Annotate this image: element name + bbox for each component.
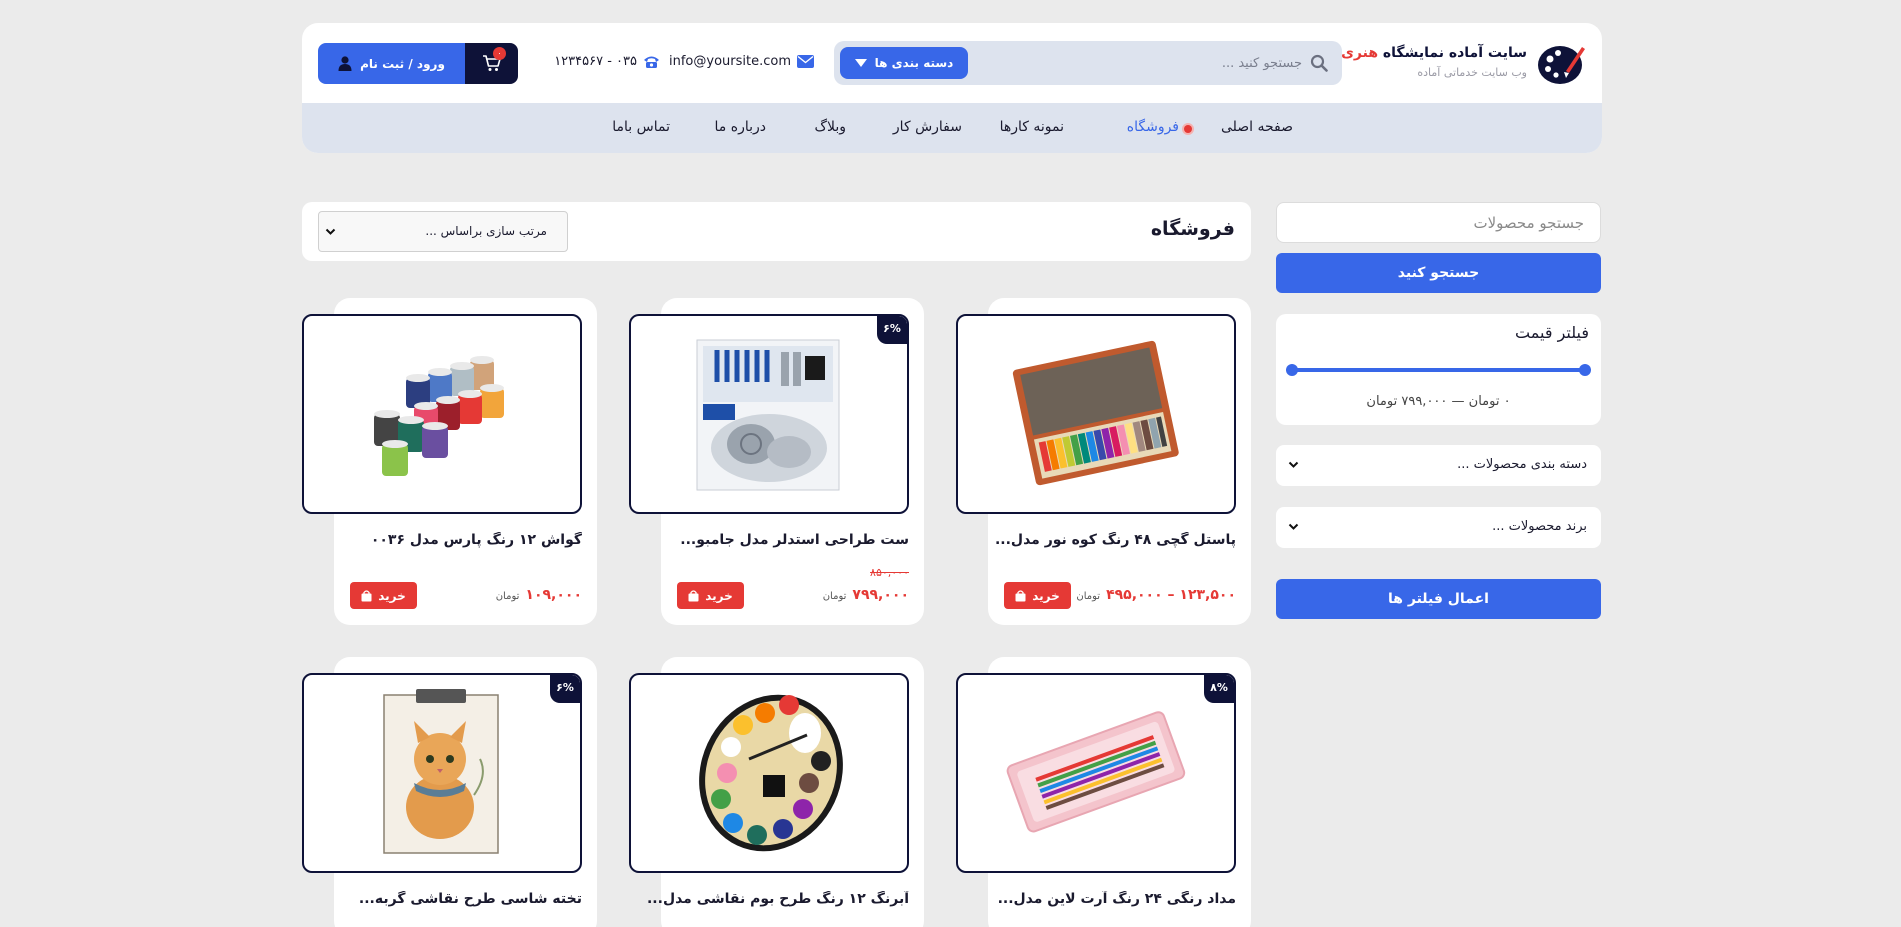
nav-blog[interactable]: وبلاگ	[814, 119, 846, 135]
nav-shop[interactable]: فروشگاه	[1127, 119, 1179, 135]
header-search: دسته بندی ها	[834, 41, 1342, 85]
site-header: سایت آماده نمایشگاه هنری وب سایت خدماتی …	[302, 23, 1602, 153]
cat-clipboard-image	[383, 689, 499, 854]
user-icon	[338, 56, 352, 71]
account-cart-group: ۰ ورود / ثبت نام	[318, 43, 518, 84]
product-search-input[interactable]	[1276, 202, 1601, 243]
product-image[interactable]: ۸%	[956, 673, 1236, 873]
site-title-main: سایت آماده نمایشگاه	[1382, 45, 1527, 61]
buy-label: خرید	[1032, 588, 1060, 603]
category-dropdown[interactable]: دسته بندی محصولات ...	[1276, 445, 1601, 486]
email-text: info@yoursite.com	[669, 54, 791, 69]
nav-contact[interactable]: تماس باما	[612, 119, 670, 135]
discount-badge: ۶%	[877, 316, 907, 344]
sketching-set-image	[696, 339, 840, 491]
product-title[interactable]: مداد رنگی ۲۴ رنگ آرت لاین مدل...	[956, 891, 1236, 907]
shopping-bag-icon	[1015, 589, 1026, 601]
price-unit: تومان	[495, 591, 520, 602]
product-title[interactable]: آبرنگ ۱۲ رنگ طرح بوم نقاشی مدل...	[629, 891, 909, 907]
category-dropdown-label: دسته بندی محصولات ...	[1457, 457, 1587, 472]
header-top: سایت آماده نمایشگاه هنری وب سایت خدماتی …	[302, 23, 1602, 103]
page-title: فروشگاه	[1150, 218, 1235, 240]
old-price: ۸۵۰,۰۰۰	[870, 566, 909, 579]
product-title[interactable]: گواش ۱۲ رنگ پارس مدل ۰۰۳۶	[302, 532, 582, 548]
price-unit: تومان	[822, 591, 847, 602]
sort-select-label: مرتب سازی براساس ...	[425, 224, 547, 238]
product-image[interactable]: ۶%	[629, 314, 909, 514]
chevron-down-icon	[1288, 523, 1299, 530]
product-title[interactable]: تخته شاسی طرح نقاشی گربه...	[302, 891, 582, 907]
site-title-accent: هنری	[1341, 45, 1379, 61]
product-title[interactable]: پاستل گچی ۴۸ رنگ کوه نور مدل...	[956, 532, 1236, 548]
product-image[interactable]	[629, 673, 909, 873]
phone-icon	[644, 56, 659, 68]
nav-about[interactable]: درباره ما	[715, 119, 766, 135]
product-image[interactable]	[302, 314, 582, 514]
site-title[interactable]: سایت آماده نمایشگاه هنری	[1341, 45, 1527, 61]
price-slider-min-handle[interactable]	[1286, 364, 1298, 376]
price-slider-track[interactable]	[1292, 368, 1585, 372]
price-value: ۱۲۳,۵۰۰ – ۴۹۵,۰۰۰	[1106, 587, 1236, 603]
cart-count-badge: ۰	[493, 47, 506, 60]
buy-label: خرید	[705, 588, 733, 603]
chevron-down-icon	[1288, 461, 1299, 468]
buy-button[interactable]: خرید	[677, 582, 744, 609]
buy-label: خرید	[378, 588, 406, 603]
header-search-input[interactable]	[1002, 51, 1302, 75]
categories-button-label: دسته بندی ها	[874, 56, 954, 70]
contact-email[interactable]: info@yoursite.com	[669, 54, 814, 69]
product-price: ۱۰۹,۰۰۰ تومان	[496, 587, 582, 603]
cart-button[interactable]: ۰	[465, 43, 518, 84]
shopping-bag-icon	[688, 589, 699, 601]
apply-filters-button[interactable]: اعمال فیلتر ها	[1276, 579, 1601, 619]
buy-button[interactable]: خرید	[1004, 582, 1071, 609]
product-image[interactable]	[956, 314, 1236, 514]
nav-active-dot	[1184, 125, 1192, 133]
discount-badge: ۸%	[1204, 675, 1234, 703]
site-subtitle: وب سایت خدماتی آماده	[1417, 66, 1527, 79]
watercolor-palette-image	[699, 694, 843, 852]
price-slider-max-handle[interactable]	[1579, 364, 1591, 376]
price-range-text: ۰ تومان — ۷۹۹,۰۰۰ تومان	[1366, 394, 1511, 409]
contact-phone[interactable]: ۰۳۵ - ۱۲۳۴۵۶۷	[554, 54, 660, 69]
gouache-jars-image	[374, 356, 504, 476]
product-search-button[interactable]: جستجو کنید	[1276, 253, 1601, 293]
categories-button[interactable]: دسته بندی ها	[840, 47, 968, 79]
search-icon[interactable]	[1310, 54, 1328, 72]
product-title[interactable]: ست طراحی استدلر مدل جامبو...	[629, 532, 909, 548]
phone-text: ۰۳۵ - ۱۲۳۴۵۶۷	[554, 54, 637, 69]
nav-home[interactable]: صفحه اصلی	[1221, 119, 1293, 135]
nav-order[interactable]: سفارش کار	[893, 119, 962, 135]
login-register-button[interactable]: ورود / ثبت نام	[318, 43, 465, 84]
buy-button[interactable]: خرید	[350, 582, 417, 609]
product-price: ۷۹۹,۰۰۰ تومان	[823, 587, 909, 603]
pastel-box-image	[1012, 340, 1179, 486]
price-unit: تومان	[1076, 591, 1101, 602]
envelope-icon	[797, 55, 814, 68]
palette-logo-icon[interactable]	[1536, 41, 1586, 85]
product-image[interactable]: ۶%	[302, 673, 582, 873]
sort-select[interactable]: مرتب سازی براساس ...	[318, 211, 568, 252]
brand-dropdown[interactable]: برند محصولات ...	[1276, 507, 1601, 548]
shopping-bag-icon	[361, 589, 372, 601]
price-value: ۷۹۹,۰۰۰	[852, 587, 909, 603]
price-value: ۱۰۹,۰۰۰	[525, 587, 582, 603]
pencil-case-image	[1006, 711, 1186, 833]
chevron-down-icon	[325, 228, 336, 235]
product-price: ۱۲۳,۵۰۰ – ۴۹۵,۰۰۰ تومان	[1076, 587, 1236, 603]
nav-portfolio[interactable]: نمونه کارها	[1000, 119, 1064, 135]
login-register-label: ورود / ثبت نام	[360, 56, 445, 71]
main-nav: صفحه اصلی فروشگاه نمونه کارها سفارش کار …	[302, 103, 1602, 153]
price-filter-title: فیلتر قیمت	[1515, 323, 1589, 342]
shop-toolbar: فروشگاه مرتب سازی براساس ...	[302, 202, 1251, 261]
caret-down-icon	[854, 59, 867, 67]
price-filter: فیلتر قیمت ۰ تومان — ۷۹۹,۰۰۰ تومان	[1276, 314, 1601, 425]
brand-dropdown-label: برند محصولات ...	[1492, 519, 1587, 534]
discount-badge: ۶%	[550, 675, 580, 703]
